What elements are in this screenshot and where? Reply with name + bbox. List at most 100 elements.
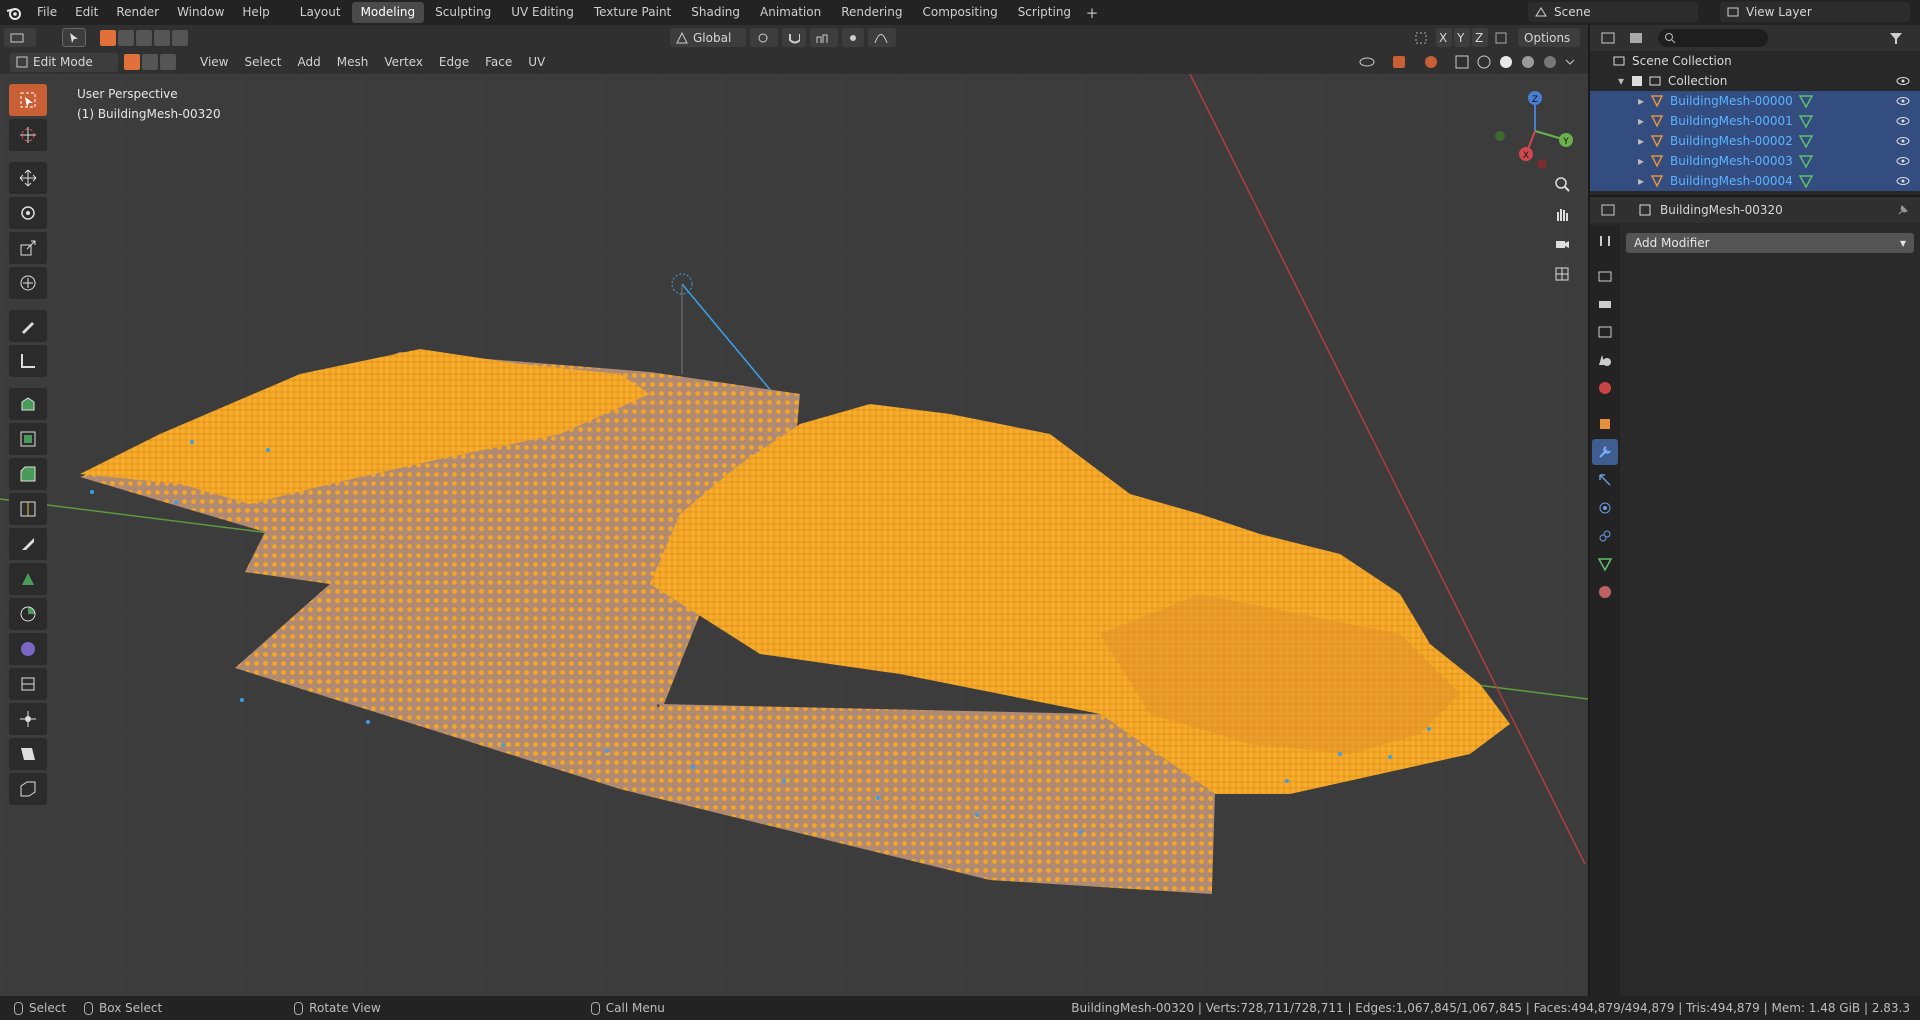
gizmo-toggle-icon[interactable] xyxy=(1390,54,1416,70)
menu-uv[interactable]: UV xyxy=(520,55,553,69)
tab-sculpting[interactable]: Sculpting xyxy=(426,2,500,23)
tab-scripting[interactable]: Scripting xyxy=(1009,2,1080,23)
outliner-editor-type-icon[interactable] xyxy=(1600,31,1622,45)
inset-tool[interactable] xyxy=(9,423,47,455)
outliner-search[interactable] xyxy=(1658,29,1768,47)
mirror-x-toggle[interactable]: X xyxy=(1436,28,1452,47)
mesh-data-icon[interactable] xyxy=(1798,94,1814,108)
orthographic-toggle-button[interactable] xyxy=(1548,260,1576,288)
select-box-tool[interactable] xyxy=(9,84,47,116)
menu-add[interactable]: Add xyxy=(290,55,329,69)
tab-render[interactable] xyxy=(1592,263,1618,289)
tab-layout[interactable]: Layout xyxy=(291,2,350,23)
snap-target-dropdown[interactable] xyxy=(810,28,838,47)
add-workspace-button[interactable]: + xyxy=(1082,4,1102,22)
spin-tool[interactable] xyxy=(9,598,47,630)
measure-tool[interactable] xyxy=(9,345,47,377)
tab-material[interactable] xyxy=(1592,579,1618,605)
tab-rendering[interactable]: Rendering xyxy=(832,2,911,23)
select-tool-button[interactable] xyxy=(62,28,86,47)
xray-toggle-icon[interactable] xyxy=(1454,54,1470,70)
expand-chevron-icon[interactable]: ▸ xyxy=(1638,174,1650,188)
options-dropdown[interactable]: Options xyxy=(1518,28,1580,47)
shrink-fatten-tool[interactable] xyxy=(9,703,47,735)
edge-select-icon[interactable] xyxy=(142,54,158,70)
tab-constraints[interactable] xyxy=(1592,523,1618,549)
intersect-selection-icon[interactable] xyxy=(172,29,188,46)
checkbox-icon[interactable] xyxy=(1630,74,1644,88)
extrude-tool[interactable] xyxy=(9,388,47,420)
edge-slide-tool[interactable] xyxy=(9,668,47,700)
expand-chevron-icon[interactable]: ▸ xyxy=(1638,114,1650,128)
expand-chevron-icon[interactable]: ▾ xyxy=(1618,74,1630,88)
add-modifier-dropdown[interactable]: Add Modifier ▾ xyxy=(1626,233,1914,253)
editor-type-button[interactable] xyxy=(4,28,36,47)
navigation-gizmo[interactable]: Z Y X xyxy=(1490,86,1580,176)
pivot-point-dropdown[interactable] xyxy=(750,28,778,47)
menu-edge[interactable]: Edge xyxy=(431,55,477,69)
expand-chevron-icon[interactable]: ▸ xyxy=(1638,134,1650,148)
mesh-data-icon[interactable] xyxy=(1798,174,1814,188)
eye-icon[interactable] xyxy=(1896,115,1910,127)
set-new-selection-icon[interactable] xyxy=(100,29,116,46)
properties-editor-type-icon[interactable] xyxy=(1600,203,1624,217)
knife-tool[interactable] xyxy=(9,528,47,560)
tab-shading[interactable]: Shading xyxy=(682,2,749,23)
collection-row[interactable]: ▾ Collection xyxy=(1590,71,1920,91)
loop-cut-tool[interactable] xyxy=(9,493,47,525)
scale-tool[interactable] xyxy=(9,232,47,264)
extend-selection-icon[interactable] xyxy=(118,29,134,46)
menu-vertex[interactable]: Vertex xyxy=(376,55,431,69)
mesh-data-icon[interactable] xyxy=(1798,154,1814,168)
tab-object[interactable] xyxy=(1592,411,1618,437)
outliner-object-row[interactable]: ▸ BuildingMesh-00004 xyxy=(1590,171,1920,191)
outliner-object-row[interactable]: ▸ BuildingMesh-00001 xyxy=(1590,111,1920,131)
menu-edit[interactable]: Edit xyxy=(66,0,107,25)
auto-merge-icon[interactable] xyxy=(1494,31,1508,45)
mode-dropdown[interactable]: Edit Mode xyxy=(10,52,118,72)
menu-mesh[interactable]: Mesh xyxy=(329,55,377,69)
tab-animation[interactable]: Animation xyxy=(751,2,830,23)
expand-chevron-icon[interactable]: ▸ xyxy=(1638,154,1650,168)
tab-uv-editing[interactable]: UV Editing xyxy=(502,2,583,23)
menu-select[interactable]: Select xyxy=(236,55,289,69)
rip-region-tool[interactable] xyxy=(9,773,47,805)
tab-scene[interactable] xyxy=(1592,347,1618,373)
invert-selection-icon[interactable] xyxy=(154,29,170,46)
proportional-falloff-dropdown[interactable] xyxy=(868,28,896,47)
rotate-tool[interactable] xyxy=(9,197,47,229)
eye-icon[interactable] xyxy=(1896,175,1910,187)
transform-tool[interactable] xyxy=(9,267,47,299)
menu-face[interactable]: Face xyxy=(477,55,520,69)
bevel-tool[interactable] xyxy=(9,458,47,490)
overlays-toggle-icon[interactable] xyxy=(1422,54,1448,70)
material-preview-icon[interactable] xyxy=(1520,54,1536,70)
eye-icon[interactable] xyxy=(1896,155,1910,167)
menu-render[interactable]: Render xyxy=(107,0,168,25)
outliner-object-row[interactable]: ▸ BuildingMesh-00000 xyxy=(1590,91,1920,111)
mirror-z-toggle[interactable]: Z xyxy=(1472,28,1488,47)
solid-shading-icon[interactable] xyxy=(1498,54,1514,70)
tab-texture-paint[interactable]: Texture Paint xyxy=(585,2,680,23)
tab-physics[interactable] xyxy=(1592,495,1618,521)
camera-view-button[interactable] xyxy=(1548,230,1576,258)
zoom-view-button[interactable] xyxy=(1548,170,1576,198)
menu-window[interactable]: Window xyxy=(168,0,233,25)
eye-icon[interactable] xyxy=(1896,95,1910,107)
transform-orientation-dropdown[interactable]: Global xyxy=(670,28,746,47)
view-layer-selector[interactable]: View Layer xyxy=(1720,2,1910,22)
mesh-data-icon[interactable] xyxy=(1798,114,1814,128)
poly-build-tool[interactable] xyxy=(9,563,47,595)
tab-output[interactable] xyxy=(1592,291,1618,317)
annotate-tool[interactable] xyxy=(9,310,47,342)
subtract-selection-icon[interactable] xyxy=(136,29,152,46)
display-mode-icon[interactable] xyxy=(1628,31,1650,45)
visibility-selectability-icon[interactable] xyxy=(1358,54,1384,70)
menu-file[interactable]: File xyxy=(28,0,66,25)
cursor-tool[interactable] xyxy=(9,119,47,151)
tab-particles[interactable] xyxy=(1592,467,1618,493)
outliner-object-row[interactable]: ▸ BuildingMesh-00003 xyxy=(1590,151,1920,171)
eye-icon[interactable] xyxy=(1896,75,1910,87)
tab-modifiers[interactable] xyxy=(1592,439,1618,465)
rendered-shading-icon[interactable] xyxy=(1542,54,1558,70)
